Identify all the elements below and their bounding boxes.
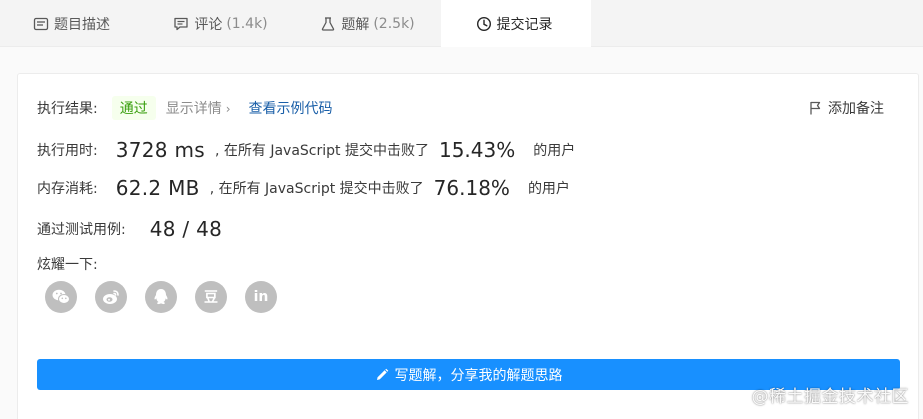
memory-value: 62.2 MB: [115, 176, 200, 200]
clock-icon: [476, 16, 492, 32]
tab-description[interactable]: 题目描述: [0, 0, 147, 47]
memory-suffix: 的用户: [527, 181, 570, 197]
runtime-row: 执行用时: 3728 ms , 在所有 JavaScript 提交中击败了 15…: [37, 136, 575, 164]
view-sample-code-link[interactable]: 查看示例代码: [249, 98, 333, 118]
description-icon: [33, 16, 49, 32]
watermark: @稀土掘金技术社区: [751, 387, 909, 407]
weibo-icon[interactable]: [95, 281, 127, 313]
tab-solutions-label: 题解: [341, 16, 370, 33]
tab-submissions-label: 提交记录: [496, 16, 553, 33]
add-note-button[interactable]: 添加备注: [809, 97, 884, 119]
tests-row: 通过测试用例: 48 / 48: [37, 215, 222, 243]
result-label: 执行结果:: [37, 101, 98, 117]
show-details-label: 显示详情: [165, 101, 222, 117]
add-note-label: 添加备注: [828, 101, 884, 117]
linkedin-icon[interactable]: in: [245, 281, 277, 313]
tab-solutions-count: (2.5k): [373, 15, 415, 32]
result-row: 执行结果: 通过 显示详情 › 查看示例代码: [37, 96, 333, 120]
memory-row: 内存消耗: 62.2 MB , 在所有 JavaScript 提交中击败了 76…: [37, 174, 570, 202]
runtime-suffix: 的用户: [533, 143, 576, 159]
pencil-icon: [375, 368, 389, 382]
douban-icon[interactable]: 豆: [195, 281, 227, 313]
flask-icon: [320, 16, 336, 32]
chevron-right-icon: ›: [225, 102, 231, 116]
show-details-link[interactable]: 显示详情 ›: [166, 98, 231, 118]
tests-value: 48 / 48: [149, 217, 223, 241]
memory-label: 内存消耗:: [37, 181, 98, 197]
share-icons: 豆 in: [45, 281, 295, 313]
memory-percent: 76.18%: [433, 176, 510, 200]
share-label: 炫耀一下:: [37, 257, 98, 273]
linkedin-glyph: in: [253, 289, 269, 305]
runtime-label: 执行用时:: [37, 143, 98, 159]
comment-icon: [173, 16, 189, 32]
share-row: 炫耀一下:: [37, 254, 98, 274]
tab-solutions[interactable]: 题解 (2.5k): [294, 0, 441, 47]
qq-icon[interactable]: [145, 281, 177, 313]
flag-icon: [809, 101, 822, 115]
tab-bar: 题目描述 评论 (1.4k) 题解 (2.5k) 提交记录: [0, 0, 923, 47]
tab-comments-count: (1.4k): [226, 15, 268, 32]
tab-description-label: 题目描述: [54, 16, 110, 33]
runtime-middle-text: , 在所有 JavaScript 提交中击败了: [214, 143, 429, 159]
douban-glyph: 豆: [204, 290, 218, 306]
runtime-percent: 15.43%: [438, 138, 516, 162]
memory-middle-text: , 在所有 JavaScript 提交中击败了: [209, 181, 424, 197]
tab-comments-label: 评论: [194, 16, 223, 33]
status-badge: 通过: [111, 96, 156, 120]
submission-result-card: 执行结果: 通过 显示详情 › 查看示例代码 添加备注 执行用时: 3728 ms…: [17, 73, 919, 419]
tab-submissions[interactable]: 提交记录: [441, 0, 591, 47]
runtime-value: 3728 ms: [115, 138, 205, 162]
write-solution-label: 写题解，分享我的解题思路: [394, 367, 563, 384]
tab-comments[interactable]: 评论 (1.4k): [147, 0, 294, 47]
tests-label: 通过测试用例:: [37, 222, 126, 238]
wechat-icon[interactable]: [45, 281, 77, 313]
